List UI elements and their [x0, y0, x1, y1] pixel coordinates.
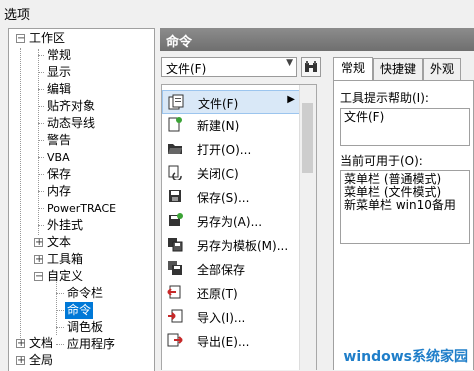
- tree-item-display[interactable]: 显示: [47, 64, 71, 81]
- collapse-customize-toggle[interactable]: −: [34, 271, 43, 282]
- tree-item-text[interactable]: 文本: [47, 234, 71, 251]
- revert-icon: [167, 285, 181, 299]
- general-tab-panel: 工具提示帮助(I): 文件(F) 当前可用于(O): 菜单栏 (普通模式) 菜单…: [333, 80, 474, 370]
- close-doc-icon: [168, 165, 182, 180]
- expand-text-toggle[interactable]: +: [34, 237, 43, 248]
- watermark-logo: windows系统家园: [343, 349, 468, 365]
- command-item-file[interactable]: 文件(F) ▶: [162, 90, 300, 114]
- options-tree[interactable]: − 工作区 常规 显示 编辑 贴齐对象 动态导线 警告 VBA 保存 内存 Po…: [8, 28, 155, 371]
- command-list[interactable]: 文件(F) ▶ 新建(N) 打开(O)... 关闭(C) 保存(S)... 另存…: [161, 84, 317, 370]
- tree-item-vba[interactable]: VBA: [47, 149, 70, 166]
- command-category-dropdown[interactable]: 文件(F) ▼: [161, 57, 297, 77]
- tree-item-palettes[interactable]: 调色板: [67, 319, 103, 336]
- tree-item-save[interactable]: 保存: [47, 166, 71, 183]
- chevron-down-icon: ▼: [286, 58, 293, 68]
- command-item-save[interactable]: 保存(S)...: [162, 185, 300, 209]
- tree-item-toolbox[interactable]: 工具箱: [47, 251, 83, 268]
- import-icon: [168, 309, 183, 323]
- command-list-scrollbar[interactable]: [299, 85, 316, 370]
- save-all-icon: [168, 261, 182, 275]
- list-item: 新菜单栏 win10备用: [344, 198, 456, 212]
- title-bar: 选项: [0, 0, 474, 25]
- tree-item-global[interactable]: 全局: [29, 352, 53, 369]
- find-command-button[interactable]: [301, 57, 321, 77]
- command-item-new[interactable]: 新建(N): [162, 113, 300, 137]
- window-title: 选项: [4, 8, 31, 23]
- file-menu-icon: [168, 94, 184, 110]
- available-in-list[interactable]: 菜单栏 (普通模式) 菜单栏 (文件模式) 新菜单栏 win10备用: [340, 170, 470, 244]
- tooltip-help-field[interactable]: 文件(F): [340, 108, 470, 146]
- tree-item-document[interactable]: 文档: [29, 335, 53, 352]
- command-item-save-template[interactable]: 另存为模板(M)...: [162, 233, 300, 257]
- save-as-icon: [169, 213, 183, 226]
- tree-item-powertrace[interactable]: PowerTRACE: [47, 200, 116, 217]
- tree-item-customize[interactable]: 自定义: [47, 268, 83, 285]
- collapse-workspace-toggle[interactable]: −: [16, 33, 25, 44]
- command-item-import[interactable]: 导入(I)...: [162, 305, 300, 329]
- open-folder-icon: [168, 144, 182, 154]
- tooltip-help-label: 工具提示帮助(I):: [340, 91, 429, 105]
- command-item-close[interactable]: 关闭(C): [162, 161, 300, 185]
- command-item-save-as[interactable]: 另存为(A)...: [162, 209, 300, 233]
- save-template-icon: [168, 238, 183, 252]
- dropdown-value: 文件(F): [166, 62, 207, 76]
- command-item-open[interactable]: 打开(O)...: [162, 137, 300, 161]
- command-item-save-all[interactable]: 全部保存: [162, 257, 300, 281]
- tree-item-memory[interactable]: 内存: [47, 183, 71, 200]
- tab-general[interactable]: 常规: [333, 57, 373, 81]
- expand-toolbox-toggle[interactable]: +: [34, 254, 43, 265]
- command-item-revert[interactable]: 还原(T): [162, 281, 300, 305]
- tree-item-warnings[interactable]: 警告: [47, 132, 71, 149]
- save-icon: [169, 190, 181, 202]
- tab-shortcut-keys[interactable]: 快捷键: [373, 58, 423, 80]
- tree-item-dynamic-guides[interactable]: 动态导线: [47, 115, 95, 132]
- section-title: 命令: [166, 35, 193, 50]
- tree-item-applications[interactable]: 应用程序: [67, 336, 115, 353]
- new-doc-icon: [168, 117, 182, 132]
- scrollbar-thumb[interactable]: [302, 103, 313, 173]
- tree-item-commands[interactable]: 命令: [65, 302, 94, 319]
- export-icon: [167, 333, 183, 347]
- command-item-export[interactable]: 导出(E)...: [162, 329, 300, 353]
- tree-item-plugins[interactable]: 外挂式: [47, 217, 83, 234]
- tree-item-snap[interactable]: 贴齐对象: [47, 98, 95, 115]
- section-header: 命令: [160, 28, 474, 51]
- tree-item-workspace[interactable]: 工作区: [29, 30, 65, 47]
- expand-global-toggle[interactable]: +: [16, 355, 25, 366]
- expand-document-toggle[interactable]: +: [16, 338, 25, 349]
- tree-item-edit[interactable]: 编辑: [47, 81, 71, 98]
- tree-item-command-bars[interactable]: 命令栏: [67, 285, 103, 302]
- binoculars-icon: [305, 61, 317, 72]
- tab-appearance[interactable]: 外观: [423, 58, 461, 80]
- tree-item-general[interactable]: 常规: [47, 47, 71, 64]
- submenu-arrow-icon: ▶: [287, 94, 295, 105]
- available-in-label: 当前可用于(O):: [340, 154, 423, 168]
